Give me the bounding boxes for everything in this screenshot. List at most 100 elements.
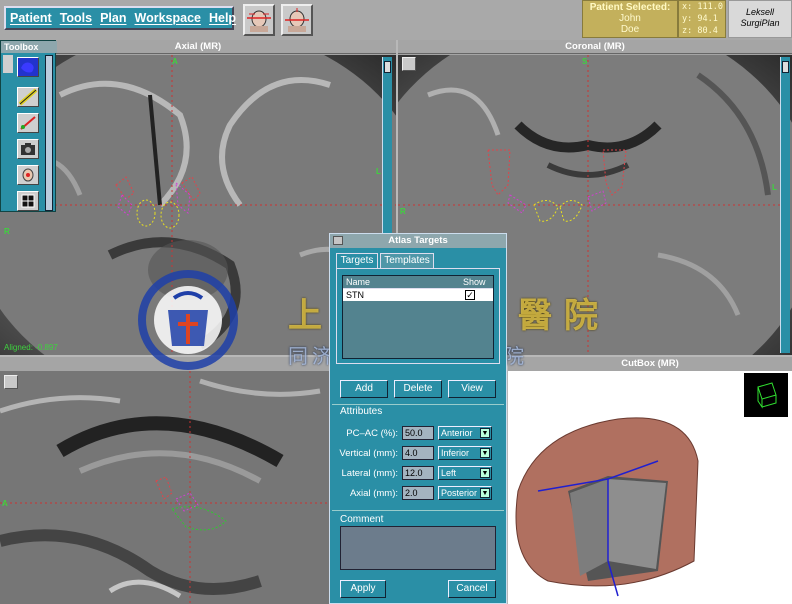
vertical-option: Inferior xyxy=(441,448,470,458)
tool-head-button[interactable] xyxy=(17,165,39,185)
cutbox-header: CutBox (MR) xyxy=(508,357,792,371)
dialog-menu-button[interactable] xyxy=(333,236,343,245)
axial-input[interactable]: 2.0 xyxy=(402,486,434,500)
coronal-scrollbar[interactable] xyxy=(780,57,790,353)
apply-button[interactable]: Apply xyxy=(340,580,386,598)
menu-workspace[interactable]: Workspace xyxy=(131,11,205,25)
axial-dropdown[interactable]: Posterior ▼ xyxy=(438,486,492,500)
menu-plan[interactable]: Plan xyxy=(96,11,130,25)
col-show: Show xyxy=(463,277,486,287)
ruler-icon xyxy=(18,88,38,106)
tool-trajectory-button[interactable] xyxy=(17,113,39,133)
tab-templates[interactable]: Templates xyxy=(380,253,434,268)
axial-orient-right: L xyxy=(376,167,381,176)
chevron-down-icon: ▼ xyxy=(480,488,490,498)
pcac-dropdown[interactable]: Anterior ▼ xyxy=(438,426,492,440)
target-list[interactable]: Name Show STN ✓ xyxy=(342,275,494,359)
pcac-option: Anterior xyxy=(441,428,473,438)
axial-label: Axial (mm): xyxy=(349,488,398,499)
sagittal-orient-left: A xyxy=(2,499,8,508)
head-frame-alt-icon xyxy=(285,8,309,32)
cutbox-title: CutBox (MR) xyxy=(508,357,792,371)
lateral-option: Left xyxy=(441,468,457,478)
axial-title: Axial (MR) xyxy=(0,40,396,54)
trajectory-icon xyxy=(20,116,36,130)
orientation-cube-icon xyxy=(757,382,777,409)
axial-option: Posterior xyxy=(441,488,478,498)
coronal-orient-left: R xyxy=(400,207,406,216)
camera-icon xyxy=(21,143,35,155)
comment-label: Comment xyxy=(340,514,384,525)
coord-z: z: 80.4 xyxy=(682,26,718,36)
dialog-title: Atlas Targets xyxy=(330,234,506,248)
atlas-targets-dialog: Atlas Targets Targets Templates Name Sho… xyxy=(329,233,507,604)
view-button[interactable]: View xyxy=(448,380,496,398)
vertical-label: Vertical (mm): xyxy=(339,448,398,459)
target-name: STN xyxy=(346,290,364,300)
vertical-dropdown[interactable]: Inferior ▼ xyxy=(438,446,492,460)
coordinate-readout: x: 111.0 y: 94.1 z: 80.4 xyxy=(678,0,726,38)
chevron-down-icon: ▼ xyxy=(480,448,490,458)
coord-x: x: 111.0 xyxy=(682,2,723,12)
toolbox-scrollbar[interactable] xyxy=(45,55,53,211)
coronal-orient-right: L xyxy=(772,183,777,192)
brand-line-2: SurgiPlan xyxy=(740,18,780,28)
divider xyxy=(332,510,504,511)
coronal-orient-top: S xyxy=(582,57,588,66)
tab-targets[interactable]: Targets xyxy=(336,253,378,268)
toolbox-handle[interactable] xyxy=(3,55,13,73)
target-list-header: Name Show xyxy=(343,276,493,289)
head-frame-alt-button[interactable] xyxy=(281,4,313,36)
axial-header: Axial (MR) xyxy=(0,40,396,56)
chevron-down-icon: ▼ xyxy=(480,428,490,438)
menu-patient[interactable]: Patient xyxy=(6,11,56,25)
sagittal-lock-button[interactable] xyxy=(4,375,18,389)
sagittal-scan xyxy=(0,371,330,604)
comment-textarea[interactable] xyxy=(340,526,496,570)
divider xyxy=(332,404,504,405)
lateral-label: Lateral (mm): xyxy=(341,468,398,479)
tool-measure-button[interactable] xyxy=(17,87,39,107)
menu-help[interactable]: Help xyxy=(205,11,240,25)
head-icon xyxy=(22,168,34,182)
add-button[interactable]: Add xyxy=(340,380,388,398)
hospital-seal xyxy=(138,270,238,370)
coord-y: y: 94.1 xyxy=(682,14,718,24)
pcac-input[interactable]: 50.0 xyxy=(402,426,434,440)
grid-icon xyxy=(21,194,35,208)
toolbox-title: Toolbox xyxy=(1,41,57,53)
toolbox-panel: Toolbox xyxy=(0,40,57,212)
menu-bar: Patient Tools Plan Workspace Help xyxy=(4,6,236,30)
orientation-cube[interactable] xyxy=(744,373,788,417)
tool-select-button[interactable] xyxy=(17,57,39,77)
targets-panel: Name Show STN ✓ xyxy=(336,268,500,364)
lateral-input[interactable]: 12.0 xyxy=(402,466,434,480)
col-name: Name xyxy=(346,277,371,287)
cutbox-viewport[interactable] xyxy=(508,371,792,604)
delete-button[interactable]: Delete xyxy=(394,380,442,398)
attributes-label: Attributes xyxy=(340,406,383,417)
vertical-input[interactable]: 4.0 xyxy=(402,446,434,460)
menu-tools[interactable]: Tools xyxy=(56,11,96,25)
patient-first-name: John xyxy=(619,13,641,24)
lateral-dropdown[interactable]: Left ▼ xyxy=(438,466,492,480)
tool-grid-button[interactable] xyxy=(17,191,39,211)
axial-status: Aligned: -0.897 xyxy=(4,343,58,352)
blue-blob-icon xyxy=(21,62,34,73)
cancel-button[interactable]: Cancel xyxy=(448,580,496,598)
chevron-down-icon: ▼ xyxy=(480,468,490,478)
head-frame-icon xyxy=(247,10,271,32)
tool-camera-button[interactable] xyxy=(17,139,39,159)
coronal-lock-button[interactable] xyxy=(402,57,416,71)
product-logo: Leksell SurgiPlan xyxy=(728,0,792,38)
patient-last-name: Doe xyxy=(620,24,640,35)
head-frame-button[interactable] xyxy=(243,4,275,36)
show-checkbox[interactable]: ✓ xyxy=(465,290,475,300)
hospital-seal-icon xyxy=(138,270,238,370)
target-list-row[interactable]: STN ✓ xyxy=(343,289,493,301)
brand-line-1: Leksell xyxy=(745,7,774,17)
pcac-label: PC–AC (%): xyxy=(346,428,398,439)
axial-orient-left: R xyxy=(4,227,10,236)
patient-label: Patient Selected: xyxy=(589,2,671,13)
sagittal-viewport[interactable]: A xyxy=(0,371,330,604)
